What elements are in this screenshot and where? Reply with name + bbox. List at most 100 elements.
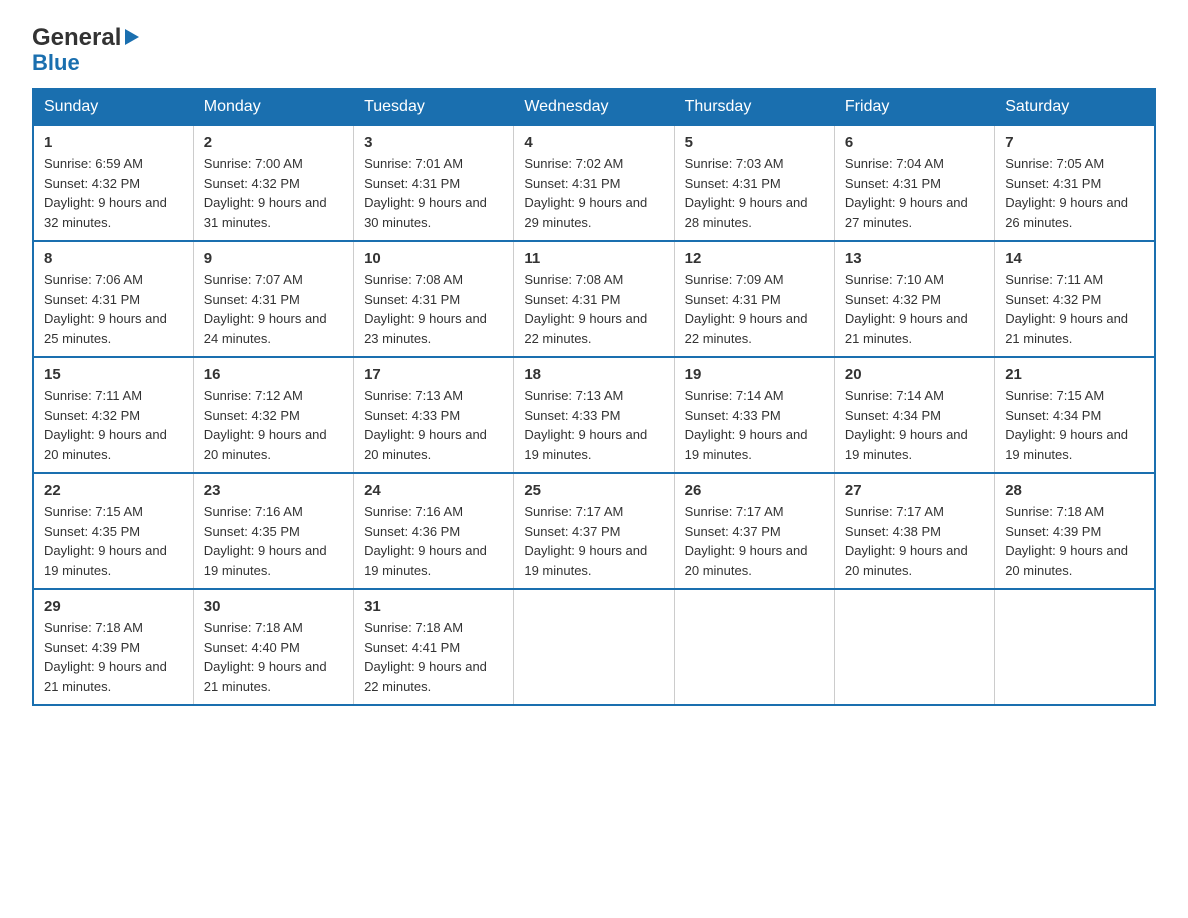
calendar-cell: 9 Sunrise: 7:07 AMSunset: 4:31 PMDayligh…: [193, 241, 353, 357]
day-number: 1: [44, 134, 183, 151]
logo-blue: Blue: [32, 50, 80, 76]
day-info: Sunrise: 7:18 AMSunset: 4:40 PMDaylight:…: [204, 618, 343, 696]
day-info: Sunrise: 7:11 AMSunset: 4:32 PMDaylight:…: [1005, 270, 1144, 348]
day-number: 5: [685, 134, 824, 151]
day-number: 22: [44, 482, 183, 499]
calendar-cell: 14 Sunrise: 7:11 AMSunset: 4:32 PMDaylig…: [995, 241, 1155, 357]
day-number: 20: [845, 366, 984, 383]
day-number: 19: [685, 366, 824, 383]
calendar-cell: 20 Sunrise: 7:14 AMSunset: 4:34 PMDaylig…: [834, 357, 994, 473]
calendar-cell: [514, 589, 674, 705]
day-info: Sunrise: 7:08 AMSunset: 4:31 PMDaylight:…: [524, 270, 663, 348]
calendar-week-2: 8 Sunrise: 7:06 AMSunset: 4:31 PMDayligh…: [33, 241, 1155, 357]
calendar-cell: 10 Sunrise: 7:08 AMSunset: 4:31 PMDaylig…: [354, 241, 514, 357]
calendar-cell: 8 Sunrise: 7:06 AMSunset: 4:31 PMDayligh…: [33, 241, 193, 357]
calendar-cell: 27 Sunrise: 7:17 AMSunset: 4:38 PMDaylig…: [834, 473, 994, 589]
calendar-cell: 19 Sunrise: 7:14 AMSunset: 4:33 PMDaylig…: [674, 357, 834, 473]
weekday-header-wednesday: Wednesday: [514, 89, 674, 125]
calendar-cell: [674, 589, 834, 705]
day-number: 13: [845, 250, 984, 267]
day-number: 30: [204, 598, 343, 615]
calendar-cell: 30 Sunrise: 7:18 AMSunset: 4:40 PMDaylig…: [193, 589, 353, 705]
calendar-cell: 3 Sunrise: 7:01 AMSunset: 4:31 PMDayligh…: [354, 125, 514, 241]
calendar-cell: 24 Sunrise: 7:16 AMSunset: 4:36 PMDaylig…: [354, 473, 514, 589]
weekday-header-saturday: Saturday: [995, 89, 1155, 125]
calendar-cell: 22 Sunrise: 7:15 AMSunset: 4:35 PMDaylig…: [33, 473, 193, 589]
calendar-cell: 26 Sunrise: 7:17 AMSunset: 4:37 PMDaylig…: [674, 473, 834, 589]
day-info: Sunrise: 7:10 AMSunset: 4:32 PMDaylight:…: [845, 270, 984, 348]
day-info: Sunrise: 7:18 AMSunset: 4:39 PMDaylight:…: [1005, 502, 1144, 580]
day-info: Sunrise: 7:01 AMSunset: 4:31 PMDaylight:…: [364, 154, 503, 232]
day-number: 21: [1005, 366, 1144, 383]
day-info: Sunrise: 7:16 AMSunset: 4:35 PMDaylight:…: [204, 502, 343, 580]
day-info: Sunrise: 7:04 AMSunset: 4:31 PMDaylight:…: [845, 154, 984, 232]
day-info: Sunrise: 7:09 AMSunset: 4:31 PMDaylight:…: [685, 270, 824, 348]
calendar-cell: 1 Sunrise: 6:59 AMSunset: 4:32 PMDayligh…: [33, 125, 193, 241]
day-number: 7: [1005, 134, 1144, 151]
calendar-week-4: 22 Sunrise: 7:15 AMSunset: 4:35 PMDaylig…: [33, 473, 1155, 589]
day-info: Sunrise: 6:59 AMSunset: 4:32 PMDaylight:…: [44, 154, 183, 232]
calendar-cell: 23 Sunrise: 7:16 AMSunset: 4:35 PMDaylig…: [193, 473, 353, 589]
day-number: 25: [524, 482, 663, 499]
day-number: 23: [204, 482, 343, 499]
day-number: 3: [364, 134, 503, 151]
day-info: Sunrise: 7:16 AMSunset: 4:36 PMDaylight:…: [364, 502, 503, 580]
day-number: 28: [1005, 482, 1144, 499]
day-info: Sunrise: 7:03 AMSunset: 4:31 PMDaylight:…: [685, 154, 824, 232]
day-info: Sunrise: 7:07 AMSunset: 4:31 PMDaylight:…: [204, 270, 343, 348]
calendar-cell: 7 Sunrise: 7:05 AMSunset: 4:31 PMDayligh…: [995, 125, 1155, 241]
calendar-cell: 28 Sunrise: 7:18 AMSunset: 4:39 PMDaylig…: [995, 473, 1155, 589]
weekday-header-sunday: Sunday: [33, 89, 193, 125]
day-number: 24: [364, 482, 503, 499]
calendar-table: SundayMondayTuesdayWednesdayThursdayFrid…: [32, 88, 1156, 706]
calendar-cell: 29 Sunrise: 7:18 AMSunset: 4:39 PMDaylig…: [33, 589, 193, 705]
day-number: 2: [204, 134, 343, 151]
calendar-cell: [995, 589, 1155, 705]
day-info: Sunrise: 7:08 AMSunset: 4:31 PMDaylight:…: [364, 270, 503, 348]
day-info: Sunrise: 7:12 AMSunset: 4:32 PMDaylight:…: [204, 386, 343, 464]
calendar-cell: [834, 589, 994, 705]
day-number: 18: [524, 366, 663, 383]
calendar-cell: 5 Sunrise: 7:03 AMSunset: 4:31 PMDayligh…: [674, 125, 834, 241]
weekday-header-friday: Friday: [834, 89, 994, 125]
calendar-cell: 18 Sunrise: 7:13 AMSunset: 4:33 PMDaylig…: [514, 357, 674, 473]
calendar-cell: 25 Sunrise: 7:17 AMSunset: 4:37 PMDaylig…: [514, 473, 674, 589]
day-info: Sunrise: 7:17 AMSunset: 4:38 PMDaylight:…: [845, 502, 984, 580]
weekday-header-tuesday: Tuesday: [354, 89, 514, 125]
calendar-cell: 12 Sunrise: 7:09 AMSunset: 4:31 PMDaylig…: [674, 241, 834, 357]
day-info: Sunrise: 7:18 AMSunset: 4:39 PMDaylight:…: [44, 618, 183, 696]
logo-general: General: [32, 24, 121, 52]
logo: General Blue: [32, 24, 139, 76]
calendar-cell: 11 Sunrise: 7:08 AMSunset: 4:31 PMDaylig…: [514, 241, 674, 357]
day-info: Sunrise: 7:13 AMSunset: 4:33 PMDaylight:…: [364, 386, 503, 464]
day-number: 17: [364, 366, 503, 383]
day-info: Sunrise: 7:11 AMSunset: 4:32 PMDaylight:…: [44, 386, 183, 464]
day-number: 6: [845, 134, 984, 151]
day-info: Sunrise: 7:02 AMSunset: 4:31 PMDaylight:…: [524, 154, 663, 232]
calendar-week-3: 15 Sunrise: 7:11 AMSunset: 4:32 PMDaylig…: [33, 357, 1155, 473]
header: General Blue: [32, 24, 1156, 76]
day-info: Sunrise: 7:18 AMSunset: 4:41 PMDaylight:…: [364, 618, 503, 696]
day-number: 26: [685, 482, 824, 499]
calendar-cell: 15 Sunrise: 7:11 AMSunset: 4:32 PMDaylig…: [33, 357, 193, 473]
calendar-cell: 2 Sunrise: 7:00 AMSunset: 4:32 PMDayligh…: [193, 125, 353, 241]
day-info: Sunrise: 7:05 AMSunset: 4:31 PMDaylight:…: [1005, 154, 1144, 232]
calendar-cell: 17 Sunrise: 7:13 AMSunset: 4:33 PMDaylig…: [354, 357, 514, 473]
calendar-week-5: 29 Sunrise: 7:18 AMSunset: 4:39 PMDaylig…: [33, 589, 1155, 705]
calendar-cell: 21 Sunrise: 7:15 AMSunset: 4:34 PMDaylig…: [995, 357, 1155, 473]
day-info: Sunrise: 7:06 AMSunset: 4:31 PMDaylight:…: [44, 270, 183, 348]
weekday-header-monday: Monday: [193, 89, 353, 125]
day-number: 31: [364, 598, 503, 615]
day-number: 16: [204, 366, 343, 383]
weekday-header-row: SundayMondayTuesdayWednesdayThursdayFrid…: [33, 89, 1155, 125]
day-number: 15: [44, 366, 183, 383]
calendar-cell: 31 Sunrise: 7:18 AMSunset: 4:41 PMDaylig…: [354, 589, 514, 705]
day-number: 27: [845, 482, 984, 499]
day-info: Sunrise: 7:13 AMSunset: 4:33 PMDaylight:…: [524, 386, 663, 464]
day-number: 4: [524, 134, 663, 151]
day-number: 10: [364, 250, 503, 267]
day-info: Sunrise: 7:14 AMSunset: 4:33 PMDaylight:…: [685, 386, 824, 464]
day-number: 11: [524, 250, 663, 267]
day-info: Sunrise: 7:17 AMSunset: 4:37 PMDaylight:…: [685, 502, 824, 580]
calendar-cell: 4 Sunrise: 7:02 AMSunset: 4:31 PMDayligh…: [514, 125, 674, 241]
